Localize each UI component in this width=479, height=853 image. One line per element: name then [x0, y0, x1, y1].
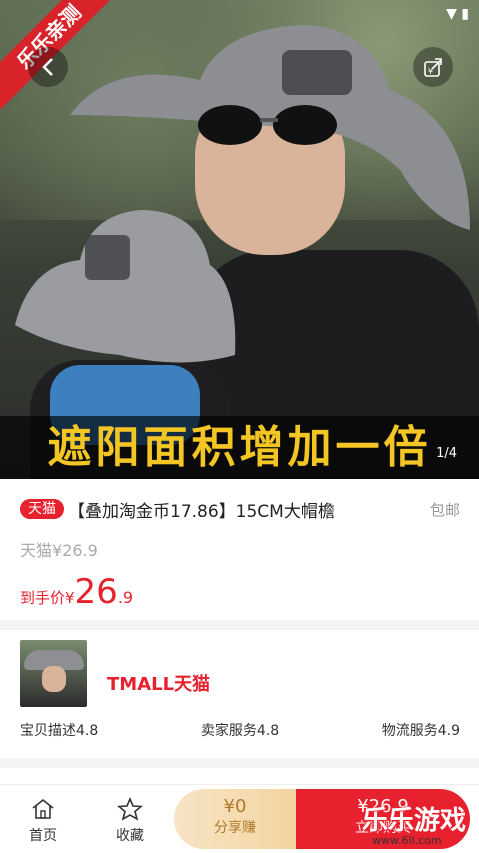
next-section-edge	[0, 768, 479, 784]
hero-banner-text: 遮阳面积增加一倍	[47, 422, 432, 473]
star-icon	[117, 797, 143, 821]
home-icon	[32, 798, 54, 819]
share-earn-amount: ¥0	[223, 796, 247, 817]
share-earn-label: 分享赚	[214, 820, 256, 836]
tmall-logo: TMALL天猫	[107, 674, 211, 695]
product-info-section: 天猫 【叠加淘金币17.86】15CM大帽檐 包邮 天猫¥26.9 到手价¥ 2…	[0, 479, 479, 620]
final-price-integer: 26	[74, 572, 118, 612]
product-title-row[interactable]: 天猫 【叠加淘金币17.86】15CM大帽檐 包邮	[20, 497, 460, 522]
back-button[interactable]	[28, 47, 68, 87]
shop-thumbnail[interactable]	[20, 640, 87, 707]
final-price-decimal: .9	[117, 588, 134, 607]
final-price-label: 到手价¥	[20, 589, 75, 607]
favorite-button[interactable]: 收藏	[100, 797, 160, 845]
chevron-left-icon	[42, 58, 53, 76]
home-button[interactable]: 首页	[13, 797, 73, 845]
shop-ratings: 宝贝描述4.8 卖家服务4.8 物流服务4.9	[20, 720, 460, 740]
carousel-page-indicator: 1/4	[436, 446, 457, 461]
product-image-carousel[interactable]: 乐乐亲测 ▼ ▮ ¥ 遮阳面积增加一倍 1/4	[0, 0, 479, 479]
thumb-face-shape	[42, 666, 66, 692]
rating-logistics: 物流服务4.9	[381, 723, 460, 739]
section-divider	[0, 758, 479, 768]
section-divider	[0, 620, 479, 630]
share-button[interactable]: ¥	[413, 47, 453, 87]
rating-description: 宝贝描述4.8	[20, 723, 99, 739]
favorite-label: 收藏	[116, 828, 144, 844]
final-price: 到手价¥ 26 .9	[20, 575, 133, 609]
product-title: 【叠加淘金币17.86】15CM大帽檐	[68, 501, 335, 522]
free-shipping-label: 包邮	[429, 500, 460, 519]
product-detail-page: 乐乐亲测 ▼ ▮ ¥ 遮阳面积增加一倍 1/4 天猫 【叠加淘金币17.86】1…	[0, 0, 479, 853]
home-label: 首页	[29, 828, 57, 844]
svg-text:¥: ¥	[428, 67, 433, 76]
original-price: 天猫¥26.9	[20, 541, 98, 560]
tmall-badge: 天猫	[20, 499, 64, 519]
site-watermark: 乐乐游戏	[362, 806, 467, 836]
small-hat-image	[15, 210, 236, 363]
status-bar-icons: ▼ ▮	[446, 6, 469, 22]
rating-service: 卖家服务4.8	[200, 723, 280, 739]
shop-section[interactable]: TMALL天猫 宝贝描述4.8 卖家服务4.8 物流服务4.9	[0, 630, 479, 758]
sunglasses-image	[198, 105, 337, 145]
share-earn-button[interactable]: ¥0 分享赚	[174, 789, 296, 849]
share-icon: ¥	[424, 58, 442, 77]
site-watermark-url: www.6ll.com	[372, 834, 442, 847]
